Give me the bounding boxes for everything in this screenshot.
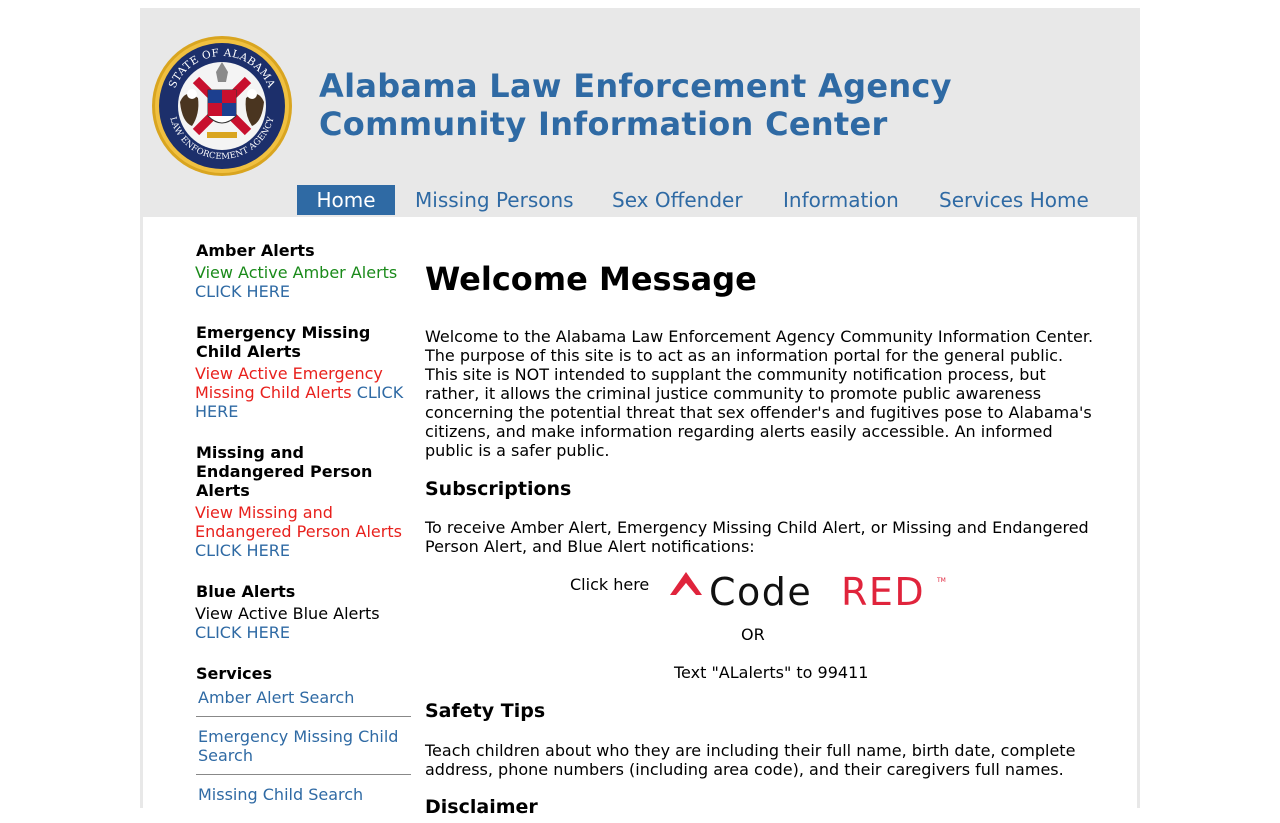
codered-red-text: RED (841, 572, 925, 612)
nav-services-home[interactable]: Services Home (939, 185, 1089, 215)
emergency-alerts-heading: Emergency Missing Child Alerts (196, 323, 371, 361)
blue-alerts-section: Blue Alerts View Active Blue Alerts CLIC… (195, 582, 411, 642)
services-heading: Services (196, 664, 273, 683)
missing-alerts-section: Missing and Endangered Person Alerts Vie… (195, 443, 411, 560)
amber-click-here-link[interactable]: CLICK HERE (195, 282, 290, 301)
or-label: OR (741, 625, 765, 644)
site-header: STATE OF ALABAMA LAW ENFORCEMENT AGENCY (140, 8, 1140, 215)
disclaimer-heading: Disclaimer (425, 796, 538, 818)
nav-information[interactable]: Information (783, 185, 899, 215)
codered-logo-icon: Code RED TM (670, 570, 946, 614)
codered-tm-text: TM (936, 577, 946, 584)
safety-tips-paragraph: Teach children about who they are includ… (425, 741, 1076, 779)
amber-alerts-section: Amber Alerts View Active Amber Alerts CL… (195, 241, 411, 301)
safety-tips-heading: Safety Tips (425, 700, 546, 722)
emergency-view-text: View Active Emergency Missing Child Aler… (195, 364, 383, 402)
codered-code-text: Code (709, 572, 812, 612)
welcome-paragraph: Welcome to the Alabama Law Enforcement A… (425, 327, 1094, 460)
site-title: Alabama Law Enforcement Agency Community… (319, 67, 952, 143)
blue-view-text: View Active Blue Alerts (195, 604, 380, 623)
service-missing-child-search[interactable]: Missing Child Search (196, 785, 411, 813)
subscriptions-heading: Subscriptions (425, 478, 572, 500)
service-emergency-missing-child-search[interactable]: Emergency Missing Child Search (196, 727, 411, 775)
missing-click-here-link[interactable]: CLICK HERE (195, 541, 290, 560)
emergency-alerts-section: Emergency Missing Child Alerts View Acti… (195, 323, 411, 421)
agency-seal-logo[interactable]: STATE OF ALABAMA LAW ENFORCEMENT AGENCY (152, 32, 292, 180)
services-section: Services Amber Alert Search Emergency Mi… (196, 664, 411, 823)
content-area: Amber Alerts View Active Amber Alerts CL… (143, 217, 1137, 818)
amber-view-text: View Active Amber Alerts (195, 263, 398, 282)
seal-emblem-icon: STATE OF ALABAMA LAW ENFORCEMENT AGENCY (152, 36, 292, 176)
blue-alerts-heading: Blue Alerts (196, 582, 296, 601)
nav-missing-persons[interactable]: Missing Persons (415, 185, 574, 215)
site-title-line2: Community Information Center (319, 105, 888, 143)
nav-sex-offender[interactable]: Sex Offender (612, 185, 743, 215)
blue-click-here-link[interactable]: CLICK HERE (195, 623, 290, 642)
service-amber-alert-search[interactable]: Amber Alert Search (196, 688, 411, 717)
amber-alerts-heading: Amber Alerts (196, 241, 315, 260)
nav-home[interactable]: Home (297, 185, 395, 215)
subscriptions-paragraph: To receive Amber Alert, Emergency Missin… (425, 518, 1089, 556)
welcome-heading: Welcome Message (425, 260, 757, 298)
site-title-line1: Alabama Law Enforcement Agency (319, 67, 952, 105)
missing-view-text: View Missing and Endangered Person Alert… (195, 503, 402, 541)
text-alerts-instruction: Text "ALalerts" to 99411 (674, 663, 869, 682)
missing-alerts-heading: Missing and Endangered Person Alerts (196, 443, 373, 500)
page-frame: STATE OF ALABAMA LAW ENFORCEMENT AGENCY (140, 8, 1140, 818)
click-here-label: Click here (570, 575, 650, 594)
codered-logo-link[interactable]: Code RED TM (669, 570, 951, 614)
